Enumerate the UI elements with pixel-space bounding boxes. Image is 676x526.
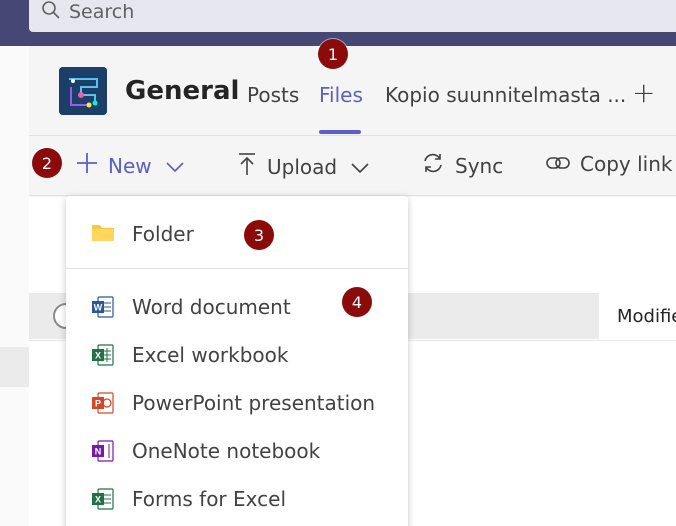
menu-item-label: Forms for Excel — [132, 487, 286, 511]
channel-header: General Posts Files Kopio suunnitelmasta… — [29, 46, 676, 136]
svg-text:N: N — [95, 447, 102, 457]
menu-item-forms-for-excel[interactable]: X Forms for Excel — [66, 475, 408, 523]
onenote-icon: N — [91, 439, 115, 463]
sync-button-label: Sync — [455, 153, 504, 178]
menu-item-folder[interactable]: Folder — [66, 210, 408, 258]
powerpoint-icon: P — [91, 391, 115, 415]
menu-item-label: PowerPoint presentation — [132, 391, 376, 415]
search-icon — [41, 0, 61, 24]
svg-text:W: W — [94, 303, 103, 313]
search-box[interactable]: Search — [29, 0, 676, 32]
new-button-label: New — [108, 153, 152, 178]
menu-item-onenote-notebook[interactable]: N OneNote notebook — [66, 427, 408, 475]
add-tab-button[interactable]: + — [632, 76, 655, 109]
svg-text:X: X — [95, 495, 101, 505]
search-placeholder: Search — [69, 1, 135, 23]
forms-excel-icon: X — [91, 487, 115, 511]
word-icon: W — [91, 295, 115, 319]
menu-divider — [66, 268, 408, 269]
callout-badge-3: 3 — [244, 220, 274, 250]
tab-files[interactable]: Files — [319, 83, 363, 107]
callout-badge-2: 2 — [32, 148, 62, 178]
sync-icon — [421, 152, 445, 179]
excel-icon: X — [91, 343, 115, 367]
team-logo — [59, 67, 107, 115]
tab-files-underline — [319, 130, 361, 134]
upload-button-label: Upload — [267, 154, 338, 179]
menu-item-label: Excel workbook — [132, 343, 289, 367]
new-button[interactable]: New — [76, 152, 184, 179]
channel-title: General — [125, 76, 240, 106]
upload-icon — [237, 152, 257, 181]
menu-item-label: OneNote notebook — [132, 439, 321, 463]
files-toolbar: New Upload Sync Copy link — [29, 137, 676, 196]
folder-icon — [91, 222, 115, 246]
tab-posts[interactable]: Posts — [247, 83, 299, 107]
menu-item-label: Folder — [132, 222, 194, 246]
modified-column-header[interactable]: Modifie — [617, 306, 676, 327]
new-dropdown-menu: Folder W Word document X Excel workbook … — [66, 196, 408, 526]
left-sidebar — [0, 46, 29, 526]
svg-text:P: P — [95, 399, 101, 409]
menu-item-powerpoint-presentation[interactable]: P PowerPoint presentation — [66, 379, 408, 427]
callout-badge-1: 1 — [318, 39, 348, 69]
sync-button[interactable]: Sync — [421, 152, 503, 179]
plus-icon — [76, 152, 98, 179]
svg-text:X: X — [95, 351, 101, 361]
upload-button[interactable]: Upload — [237, 152, 369, 181]
sidebar-selected-item[interactable] — [0, 347, 29, 387]
callout-badge-4: 4 — [342, 287, 372, 317]
chevron-down-icon — [166, 154, 184, 178]
copy-link-button[interactable]: Copy link — [546, 152, 672, 176]
menu-item-excel-workbook[interactable]: X Excel workbook — [66, 331, 408, 379]
tab-kopio-suunnitelmasta[interactable]: Kopio suunnitelmasta ... — [385, 83, 626, 107]
menu-item-label: Word document — [132, 295, 291, 319]
link-icon — [546, 152, 570, 176]
chevron-down-icon — [351, 155, 369, 179]
copy-link-button-label: Copy link — [580, 152, 673, 176]
